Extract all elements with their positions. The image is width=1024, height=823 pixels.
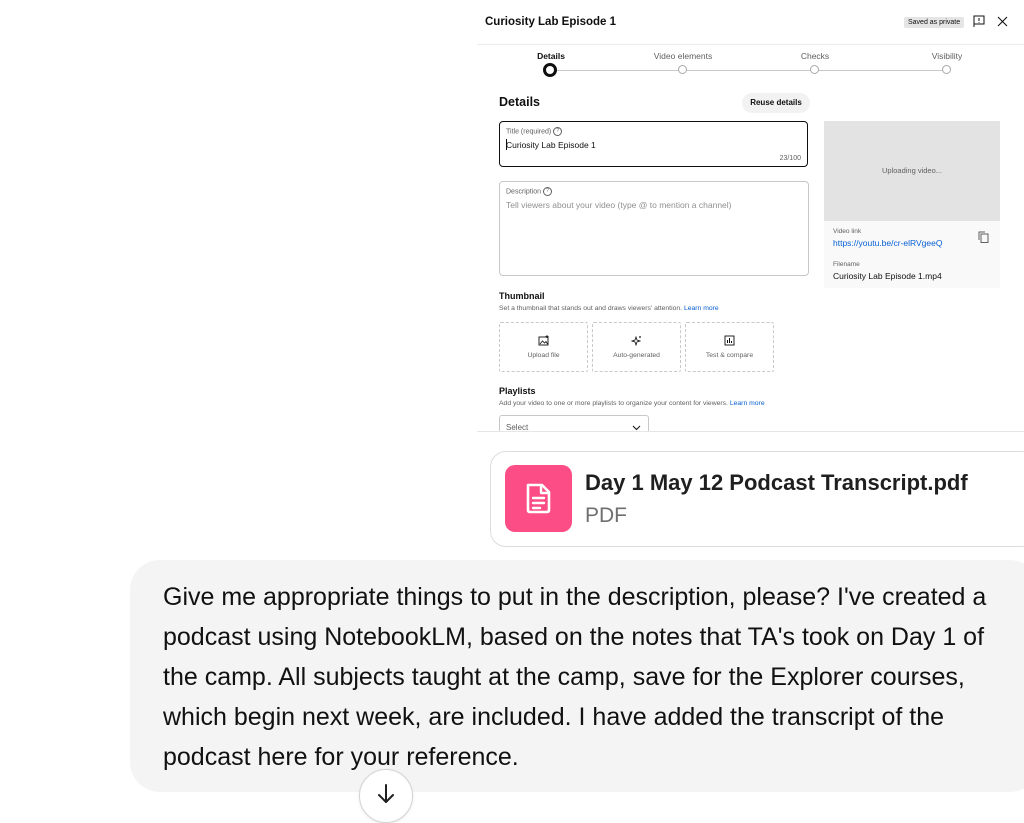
playlists-learn-more-link[interactable]: Learn more	[730, 400, 765, 407]
playlists-subtitle-text: Add your video to one or more playlists …	[499, 400, 728, 407]
stepper-line	[552, 70, 948, 71]
saved-status-badge: Saved as private	[904, 17, 965, 28]
description-placeholder: Tell viewers about your video (type @ to…	[506, 200, 732, 210]
playlist-select[interactable]: Select	[499, 415, 649, 432]
description-field[interactable]: Description? Tell viewers about your vid…	[499, 181, 809, 276]
upload-stepper: Details Video elements Checks Visibility	[477, 46, 1024, 86]
step-dot	[810, 65, 819, 74]
description-field-label: Description?	[506, 187, 553, 196]
step-dot	[678, 65, 687, 74]
attachment-filename: Day 1 May 12 Podcast Transcript.pdf	[585, 470, 968, 495]
message-text: Give me appropriate things to put in the…	[163, 583, 987, 771]
sparkle-icon	[631, 335, 642, 346]
section-title: Details	[499, 95, 540, 109]
scroll-to-bottom-button[interactable]	[359, 769, 413, 823]
help-icon[interactable]: ?	[553, 127, 563, 136]
filename-label: Filename	[833, 261, 860, 268]
step-checks[interactable]: Checks	[765, 46, 865, 74]
step-dot	[942, 65, 951, 74]
step-video-elements[interactable]: Video elements	[633, 46, 733, 74]
step-details[interactable]: Details	[501, 46, 601, 77]
auto-generated-thumbnail-option[interactable]: Auto-generated	[592, 322, 681, 372]
description-label-text: Description	[506, 188, 542, 196]
filename-value: Curiosity Lab Episode 1.mp4	[833, 271, 942, 281]
option-label: Auto-generated	[613, 352, 660, 359]
step-label: Visibility	[931, 51, 963, 61]
pdf-attachment-card[interactable]: Day 1 May 12 Podcast Transcript.pdf PDF	[490, 451, 1024, 547]
video-preview-panel: Uploading video... Video link https://yo…	[824, 121, 1000, 288]
playlists-heading: Playlists	[499, 386, 536, 396]
copy-icon[interactable]	[978, 231, 989, 243]
chevron-down-icon	[632, 425, 641, 431]
title-label-text: Title (required)	[506, 128, 552, 136]
playlist-select-value: Select	[506, 423, 529, 432]
reuse-details-button[interactable]: Reuse details	[742, 93, 810, 113]
step-label: Video elements	[653, 51, 713, 61]
upload-thumbnail-option[interactable]: Upload file	[499, 322, 588, 372]
close-icon[interactable]	[997, 16, 1008, 27]
step-dot-current	[543, 63, 557, 77]
option-label: Upload file	[527, 352, 560, 359]
upload-status: Uploading video...	[881, 166, 943, 175]
arrow-down-icon	[378, 784, 394, 803]
image-upload-icon	[538, 335, 549, 346]
title-field[interactable]: Title (required)? Curiosity Lab Episode …	[499, 121, 808, 167]
test-compare-thumbnail-option[interactable]: Test & compare	[685, 322, 774, 372]
thumbnail-heading: Thumbnail	[499, 291, 545, 301]
help-icon[interactable]: ?	[543, 187, 553, 196]
title-input-value[interactable]: Curiosity Lab Episode 1	[506, 140, 596, 150]
step-label: Checks	[800, 51, 830, 61]
bar-chart-icon	[724, 335, 735, 346]
option-label: Test & compare	[705, 352, 754, 359]
upload-dialog-screenshot: Curiosity Lab Episode 1 Saved as private…	[477, 0, 1024, 432]
title-char-counter: 23/100	[779, 155, 801, 162]
document-icon	[526, 483, 551, 514]
video-link-label: Video link	[833, 228, 862, 235]
video-link[interactable]: https://youtu.be/cr-elRVgeeQ	[833, 238, 942, 248]
playlists-subtitle: Add your video to one or more playlists …	[499, 400, 765, 407]
pdf-tile	[505, 465, 572, 532]
dialog-header: Curiosity Lab Episode 1 Saved as private	[477, 0, 1024, 45]
feedback-icon[interactable]	[973, 15, 985, 27]
thumbnail-subtitle-text: Set a thumbnail that stands out and draw…	[499, 305, 683, 312]
step-visibility[interactable]: Visibility	[897, 46, 997, 74]
title-field-label: Title (required)?	[506, 127, 563, 136]
attachment-type: PDF	[585, 504, 627, 527]
thumbnail-learn-more-link[interactable]: Learn more	[684, 305, 719, 312]
user-message-bubble: Give me appropriate things to put in the…	[130, 560, 1024, 792]
thumbnail-subtitle: Set a thumbnail that stands out and draw…	[499, 305, 719, 312]
step-label: Details	[537, 51, 565, 61]
video-preview: Uploading video...	[824, 121, 1000, 221]
dialog-title: Curiosity Lab Episode 1	[485, 16, 616, 28]
